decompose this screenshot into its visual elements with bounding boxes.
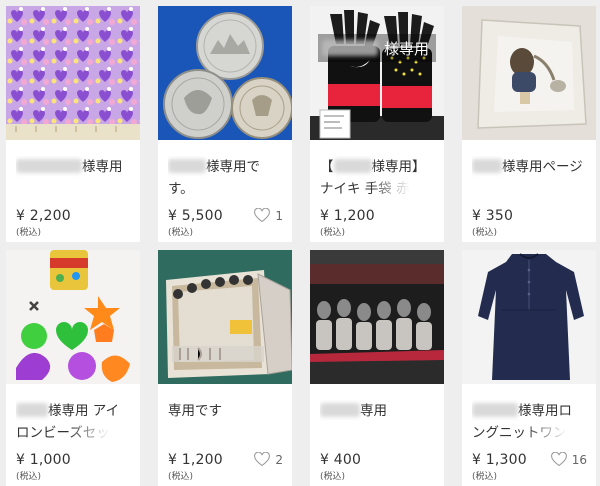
product-image[interactable]: 様専用: [310, 6, 444, 140]
redacted-name: [472, 403, 518, 417]
product-price: ¥ 400: [320, 452, 362, 468]
product-card[interactable]: 様専用ロ ングニットワン ¥ 1,300 (税込) 16: [462, 250, 596, 486]
tax-label: (税込): [472, 228, 498, 238]
product-image[interactable]: [158, 250, 292, 384]
product-image[interactable]: [158, 6, 292, 140]
product-title[interactable]: 様専用: [16, 156, 132, 200]
heart-outline-icon[interactable]: [550, 452, 567, 467]
product-image[interactable]: [310, 250, 444, 384]
product-title[interactable]: 様専用 アイ ロンビーズセッ: [16, 400, 132, 444]
product-price: ¥ 1,200: [320, 208, 375, 224]
product-card[interactable]: 様専用ページ ¥ 350 (税込): [462, 6, 596, 242]
redacted-name: [16, 159, 82, 173]
product-price: ¥ 350: [472, 208, 514, 224]
like-count: 16: [571, 452, 587, 467]
image-overlay-text: 様専用: [384, 40, 429, 58]
product-price: ¥ 5,500: [168, 208, 223, 224]
product-card[interactable]: 専用 ¥ 400 (税込): [310, 250, 444, 486]
redacted-name: [16, 403, 48, 417]
like-count: 1: [275, 208, 283, 223]
product-card[interactable]: 様専用 ¥ 2,200 (税込): [6, 6, 140, 242]
product-grid: 様専用 ¥ 2,200 (税込) 様専用です。 ¥ 5,500 (税込) 1 様…: [6, 6, 596, 486]
product-card[interactable]: 様専用です。 ¥ 5,500 (税込) 1: [158, 6, 292, 242]
like-counter[interactable]: 16: [550, 452, 587, 467]
product-title[interactable]: 様専用ページ: [472, 156, 588, 200]
product-price: ¥ 1,000: [16, 452, 71, 468]
heart-outline-icon[interactable]: [254, 208, 271, 223]
product-price: ¥ 1,200: [168, 452, 223, 468]
product-price: ¥ 1,300: [472, 452, 527, 468]
product-image[interactable]: [462, 6, 596, 140]
product-card[interactable]: 専用です ¥ 1,200 (税込) 2: [158, 250, 292, 486]
product-price: ¥ 2,200: [16, 208, 71, 224]
redacted-name: [168, 159, 206, 173]
product-title[interactable]: 専用: [320, 400, 436, 444]
like-count: 2: [275, 452, 283, 467]
product-title[interactable]: 専用です: [168, 400, 284, 444]
like-counter[interactable]: 2: [254, 452, 283, 467]
redacted-name: [333, 159, 372, 173]
product-title[interactable]: 様専用ロ ングニットワン: [472, 400, 588, 444]
product-card[interactable]: 様専用 【様専用】 ナイキ 手袋 赤 ¥ 1,200 (税込): [310, 6, 444, 242]
like-counter[interactable]: 1: [254, 208, 283, 223]
product-title[interactable]: 様専用です。: [168, 156, 284, 200]
product-card[interactable]: 様専用 アイ ロンビーズセッ ¥ 1,000 (税込): [6, 250, 140, 486]
product-image[interactable]: [462, 250, 596, 384]
product-title[interactable]: 【様専用】 ナイキ 手袋 赤: [320, 156, 436, 200]
product-image[interactable]: [6, 6, 140, 140]
tax-label: (税込): [320, 228, 346, 238]
tax-label: (税込): [16, 228, 42, 238]
tax-label: (税込): [168, 228, 194, 238]
redacted-name: [320, 403, 360, 417]
heart-outline-icon[interactable]: [254, 452, 271, 467]
product-image[interactable]: [6, 250, 140, 384]
redacted-name: [472, 159, 502, 173]
